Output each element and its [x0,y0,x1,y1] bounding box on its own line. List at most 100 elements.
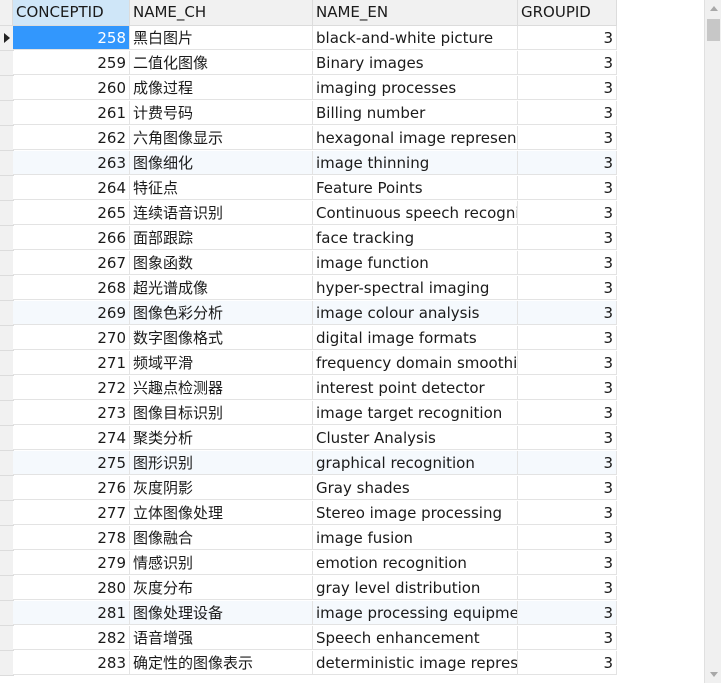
cell-name-en[interactable]: image thinning [313,151,518,175]
cell-name-en[interactable]: image colour analysis [313,301,518,325]
cell-name-ch[interactable]: 语音增强 [130,626,313,650]
cell-name-ch[interactable]: 图像细化 [130,151,313,175]
cell-conceptid[interactable]: 283 [13,651,130,675]
table-row[interactable]: 276 灰度阴影 Gray shades 3 [0,476,617,501]
table-row[interactable]: 258 黑白图片 black-and-white picture 3 [0,26,617,51]
cell-name-en[interactable]: interest point detector [313,376,518,400]
cell-name-en[interactable]: imaging processes [313,76,518,100]
table-row[interactable]: 282 语音增强 Speech enhancement 3 [0,626,617,651]
chevron-down-icon[interactable] [710,672,718,677]
row-header[interactable] [0,426,14,451]
cell-groupid[interactable]: 3 [518,626,617,650]
cell-name-en[interactable]: gray level distribution [313,576,518,600]
table-row[interactable]: 262 六角图像显示 hexagonal image represent 3 [0,126,617,151]
cell-groupid[interactable]: 3 [518,126,617,150]
table-row[interactable]: 275 图形识别 graphical recognition 3 [0,451,617,476]
cell-conceptid[interactable]: 264 [13,176,130,200]
cell-groupid[interactable]: 3 [518,251,617,275]
cell-groupid[interactable]: 3 [518,301,617,325]
cell-name-en[interactable]: emotion recognition [313,551,518,575]
row-header[interactable] [0,601,14,626]
cell-name-en[interactable]: digital image formats [313,326,518,350]
cell-name-ch[interactable]: 图象函数 [130,251,313,275]
cell-conceptid[interactable]: 266 [13,226,130,250]
cell-conceptid[interactable]: 267 [13,251,130,275]
table-row[interactable]: 267 图象函数 image function 3 [0,251,617,276]
cell-name-en[interactable]: Binary images [313,51,518,75]
cell-conceptid[interactable]: 265 [13,201,130,225]
cell-name-ch[interactable]: 数字图像格式 [130,326,313,350]
cell-groupid[interactable]: 3 [518,376,617,400]
cell-name-en[interactable]: image target recognition [313,401,518,425]
row-header[interactable] [0,551,14,576]
cell-name-ch[interactable]: 图像色彩分析 [130,301,313,325]
cell-name-en[interactable]: black-and-white picture [313,26,518,50]
cell-conceptid[interactable]: 258 [13,26,130,50]
row-header[interactable] [0,501,14,526]
cell-name-en[interactable]: Cluster Analysis [313,426,518,450]
table-row[interactable]: 265 连续语音识别 Continuous speech recogni 3 [0,201,617,226]
table-row[interactable]: 274 聚类分析 Cluster Analysis 3 [0,426,617,451]
cell-groupid[interactable]: 3 [518,551,617,575]
row-header[interactable] [0,526,14,551]
row-header[interactable] [0,26,14,51]
cell-name-ch[interactable]: 六角图像显示 [130,126,313,150]
cell-name-ch[interactable]: 图像目标识别 [130,401,313,425]
cell-name-en[interactable]: image function [313,251,518,275]
cell-conceptid[interactable]: 276 [13,476,130,500]
chevron-up-icon[interactable] [710,6,718,11]
cell-name-ch[interactable]: 灰度阴影 [130,476,313,500]
table-row[interactable]: 270 数字图像格式 digital image formats 3 [0,326,617,351]
row-header[interactable] [0,301,14,326]
cell-name-ch[interactable]: 连续语音识别 [130,201,313,225]
cell-groupid[interactable]: 3 [518,326,617,350]
cell-groupid[interactable]: 3 [518,101,617,125]
cell-conceptid[interactable]: 272 [13,376,130,400]
row-header[interactable] [0,376,14,401]
cell-conceptid[interactable]: 262 [13,126,130,150]
row-header[interactable] [0,476,14,501]
cell-name-ch[interactable]: 成像过程 [130,76,313,100]
cell-name-en[interactable]: graphical recognition [313,451,518,475]
column-header-name-en[interactable]: NAME_EN [313,0,518,25]
column-header-name-ch[interactable]: NAME_CH [130,0,313,25]
cell-conceptid[interactable]: 270 [13,326,130,350]
cell-name-en[interactable]: Speech enhancement [313,626,518,650]
row-header[interactable] [0,201,14,226]
row-header[interactable] [0,126,14,151]
cell-name-ch[interactable]: 聚类分析 [130,426,313,450]
cell-groupid[interactable]: 3 [518,401,617,425]
table-row[interactable]: 269 图像色彩分析 image colour analysis 3 [0,301,617,326]
cell-name-ch[interactable]: 面部跟踪 [130,226,313,250]
table-row[interactable]: 281 图像处理设备 image processing equipmen 3 [0,601,617,626]
row-header[interactable] [0,151,14,176]
cell-name-ch[interactable]: 黑白图片 [130,26,313,50]
row-header[interactable] [0,176,14,201]
cell-name-en[interactable]: face tracking [313,226,518,250]
cell-name-en[interactable]: hexagonal image represent [313,126,518,150]
cell-conceptid[interactable]: 273 [13,401,130,425]
cell-conceptid[interactable]: 279 [13,551,130,575]
header-corner[interactable] [0,0,13,25]
cell-name-en[interactable]: Feature Points [313,176,518,200]
cell-groupid[interactable]: 3 [518,201,617,225]
row-header[interactable] [0,326,14,351]
cell-groupid[interactable]: 3 [518,151,617,175]
cell-conceptid[interactable]: 268 [13,276,130,300]
cell-conceptid[interactable]: 269 [13,301,130,325]
row-header[interactable] [0,451,14,476]
row-header[interactable] [0,226,14,251]
cell-groupid[interactable]: 3 [518,651,617,675]
cell-conceptid[interactable]: 282 [13,626,130,650]
row-header[interactable] [0,101,14,126]
cell-name-ch[interactable]: 计费号码 [130,101,313,125]
cell-name-ch[interactable]: 图像融合 [130,526,313,550]
cell-name-ch[interactable]: 特征点 [130,176,313,200]
scrollbar-thumb[interactable] [707,19,720,41]
row-header[interactable] [0,576,14,601]
table-row[interactable]: 263 图像细化 image thinning 3 [0,151,617,176]
column-header-conceptid[interactable]: CONCEPTID [13,0,130,25]
cell-name-ch[interactable]: 兴趣点检测器 [130,376,313,400]
cell-name-ch[interactable]: 图形识别 [130,451,313,475]
cell-conceptid[interactable]: 260 [13,76,130,100]
